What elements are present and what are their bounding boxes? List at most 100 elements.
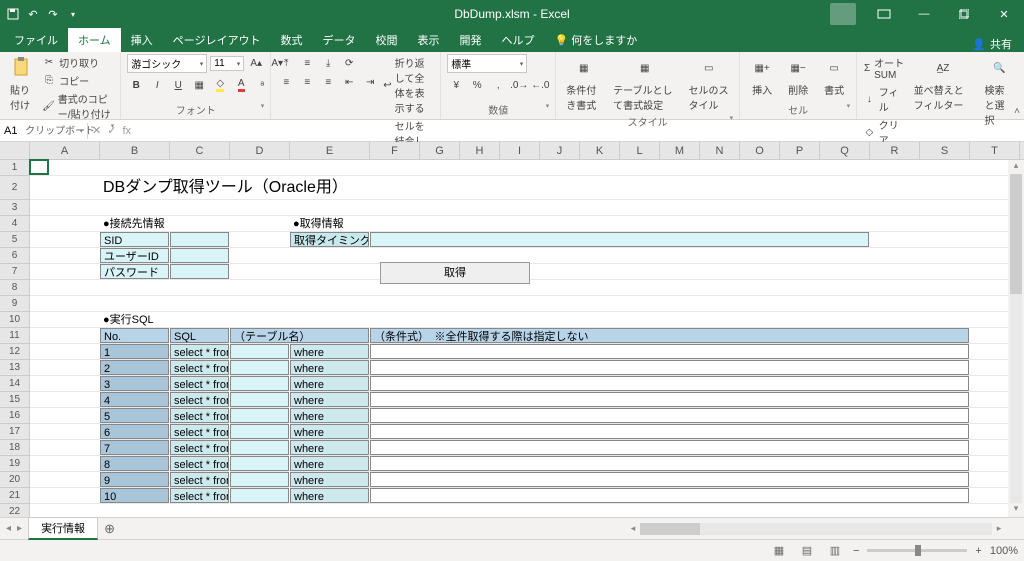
- vertical-scrollbar[interactable]: ▴ ▾: [1008, 160, 1024, 517]
- fx-icon[interactable]: fx: [122, 125, 131, 137]
- column-header[interactable]: B: [100, 142, 170, 159]
- page-layout-view-icon[interactable]: ▤: [797, 543, 817, 559]
- row-header[interactable]: 17: [0, 424, 30, 440]
- column-header[interactable]: D: [230, 142, 290, 159]
- font-name-combo[interactable]: 游ゴシック▾: [127, 54, 207, 73]
- td-table[interactable]: [230, 472, 289, 487]
- maximize-button[interactable]: [944, 0, 984, 28]
- scroll-down-icon[interactable]: ▾: [1008, 503, 1024, 517]
- hscroll-thumb[interactable]: [640, 523, 700, 535]
- td-table[interactable]: [230, 456, 289, 471]
- column-header[interactable]: H: [460, 142, 500, 159]
- align-bottom-icon[interactable]: ⤓: [319, 54, 337, 72]
- td-cond[interactable]: [370, 456, 969, 471]
- column-header[interactable]: K: [580, 142, 620, 159]
- tellme-search[interactable]: 💡 何をしますか: [544, 28, 647, 52]
- row-header[interactable]: 20: [0, 472, 30, 488]
- undo-icon[interactable]: ↶: [26, 7, 40, 21]
- normal-view-icon[interactable]: ▦: [769, 543, 789, 559]
- decrease-decimal-icon[interactable]: ←.0: [531, 76, 549, 94]
- tab-view[interactable]: 表示: [407, 28, 449, 52]
- vscroll-thumb[interactable]: [1010, 174, 1022, 294]
- tab-insert[interactable]: 挿入: [121, 28, 163, 52]
- tab-help[interactable]: ヘルプ: [491, 28, 544, 52]
- account-avatar[interactable]: [830, 3, 856, 25]
- collapse-ribbon-icon[interactable]: ˄: [1014, 106, 1020, 117]
- underline-button[interactable]: U: [169, 76, 187, 94]
- page-break-view-icon[interactable]: ▥: [825, 543, 845, 559]
- column-header[interactable]: J: [540, 142, 580, 159]
- increase-decimal-icon[interactable]: .0→: [510, 76, 528, 94]
- orientation-icon[interactable]: ⟳: [340, 54, 358, 72]
- row-header[interactable]: 13: [0, 360, 30, 376]
- increase-font-icon[interactable]: A▴: [247, 55, 265, 73]
- td-cond[interactable]: [370, 424, 969, 439]
- copy-button[interactable]: ⎘コピー: [42, 72, 114, 89]
- row-header[interactable]: 5: [0, 232, 30, 248]
- align-center-icon[interactable]: ≡: [298, 73, 316, 91]
- fill-button[interactable]: ↓フィル: [863, 83, 905, 115]
- td-table[interactable]: [230, 360, 289, 375]
- align-right-icon[interactable]: ≡: [319, 73, 337, 91]
- qat-dropdown-icon[interactable]: ▾: [66, 7, 80, 21]
- phonetic-button[interactable]: ᵃ: [253, 76, 271, 94]
- td-cond[interactable]: [370, 360, 969, 375]
- insert-cells-button[interactable]: ▦+挿入: [746, 54, 778, 99]
- td-cond[interactable]: [370, 392, 969, 407]
- td-cond[interactable]: [370, 488, 969, 503]
- row-header[interactable]: 21: [0, 488, 30, 504]
- td-cond[interactable]: [370, 376, 969, 391]
- horizontal-scrollbar[interactable]: ◂ ▸: [626, 522, 1006, 536]
- format-painter-button[interactable]: 🖌書式のコピー/貼り付け: [42, 90, 114, 122]
- column-header[interactable]: A: [30, 142, 100, 159]
- td-table[interactable]: [230, 424, 289, 439]
- select-all-corner[interactable]: [0, 142, 30, 159]
- scroll-right-icon[interactable]: ▸: [992, 523, 1006, 534]
- tab-layout[interactable]: ページレイアウト: [163, 28, 271, 52]
- row-header[interactable]: 19: [0, 456, 30, 472]
- row-header[interactable]: 10: [0, 312, 30, 328]
- tab-nav-next-icon[interactable]: ▸: [17, 523, 22, 534]
- fill-color-button[interactable]: ◇: [211, 76, 229, 94]
- column-header[interactable]: O: [740, 142, 780, 159]
- number-format-combo[interactable]: 標準▾: [447, 54, 527, 73]
- tab-home[interactable]: ホーム: [68, 28, 121, 52]
- align-left-icon[interactable]: ≡: [277, 73, 295, 91]
- font-size-combo[interactable]: 11▾: [210, 56, 244, 71]
- row-header[interactable]: 11: [0, 328, 30, 344]
- td-table[interactable]: [230, 440, 289, 455]
- column-header[interactable]: T: [970, 142, 1020, 159]
- td-table[interactable]: [230, 344, 289, 359]
- cut-button[interactable]: ✂切り取り: [42, 54, 114, 71]
- indent-decrease-icon[interactable]: ⇤: [340, 73, 358, 91]
- td-table[interactable]: [230, 408, 289, 423]
- td-table[interactable]: [230, 488, 289, 503]
- column-header[interactable]: M: [660, 142, 700, 159]
- column-header[interactable]: P: [780, 142, 820, 159]
- tab-review[interactable]: 校閲: [365, 28, 407, 52]
- align-top-icon[interactable]: ⤒: [277, 54, 295, 72]
- input-password[interactable]: [170, 264, 229, 279]
- get-button[interactable]: 取得: [380, 262, 530, 284]
- zoom-handle[interactable]: [915, 545, 921, 556]
- td-cond[interactable]: [370, 472, 969, 487]
- td-cond[interactable]: [370, 344, 969, 359]
- row-header[interactable]: 22: [0, 504, 30, 517]
- tab-nav-prev-icon[interactable]: ◂: [6, 523, 11, 534]
- zoom-out-button[interactable]: −: [853, 545, 859, 557]
- row-header[interactable]: 7: [0, 264, 30, 280]
- row-header[interactable]: 9: [0, 296, 30, 312]
- close-button[interactable]: ✕: [984, 0, 1024, 28]
- share-button[interactable]: 👤共有: [972, 36, 1024, 52]
- save-icon[interactable]: [6, 7, 20, 21]
- sort-filter-button[interactable]: A̲Z並べ替えとフィルター: [910, 54, 977, 114]
- row-header[interactable]: 15: [0, 392, 30, 408]
- tab-formulas[interactable]: 数式: [270, 28, 312, 52]
- column-header[interactable]: Q: [820, 142, 870, 159]
- column-header[interactable]: E: [290, 142, 370, 159]
- border-button[interactable]: ▦: [190, 76, 208, 94]
- minimize-button[interactable]: ―: [904, 0, 944, 28]
- redo-icon[interactable]: ↷: [46, 7, 60, 21]
- paste-button[interactable]: 貼り付け: [6, 54, 38, 114]
- row-header[interactable]: 12: [0, 344, 30, 360]
